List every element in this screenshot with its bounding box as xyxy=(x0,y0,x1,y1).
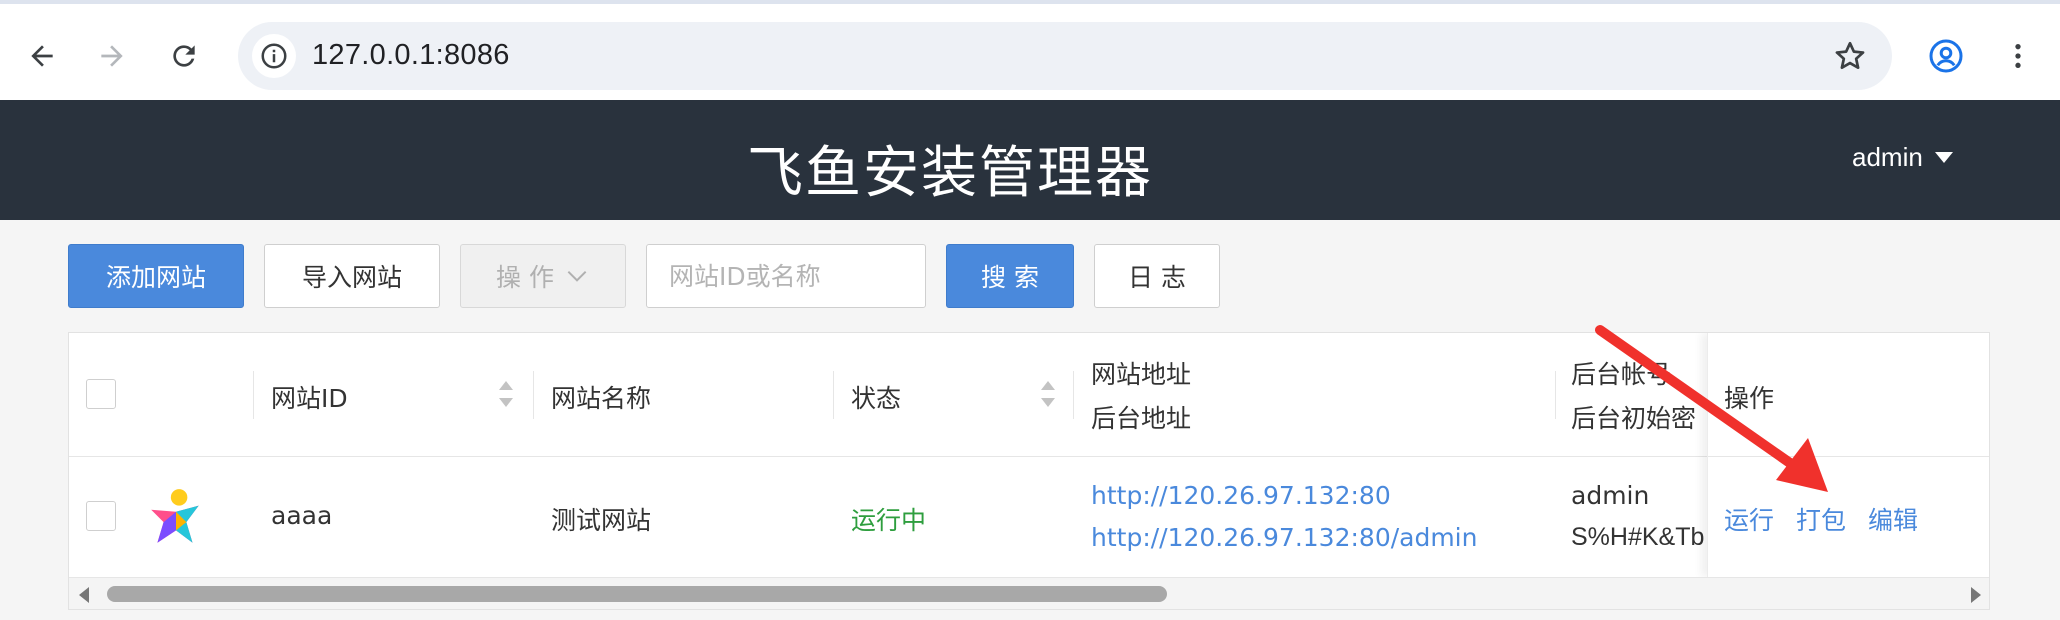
reload-button[interactable] xyxy=(156,28,212,84)
browser-menu-button[interactable] xyxy=(1990,28,2046,84)
pack-button[interactable]: 打包 xyxy=(1796,501,1846,537)
admin-url-link[interactable]: http://120.26.97.132:80/admin xyxy=(1091,523,1477,552)
log-button[interactable]: 日 志 xyxy=(1094,244,1220,308)
table-row: aaaa 测试网站 运行中 http://120.26.97.132:80 ht… xyxy=(69,457,1989,577)
cell-admin-password: S%H#K&Tb xyxy=(1571,523,1705,551)
site-logo-icon xyxy=(151,489,199,543)
browser-toolbar: 127.0.0.1:8086 xyxy=(0,0,2060,100)
edit-button[interactable]: 编辑 xyxy=(1868,501,1918,537)
app-title: 飞鱼安装管理器 xyxy=(747,141,1153,206)
column-divider xyxy=(253,371,254,419)
address-bar[interactable]: 127.0.0.1:8086 xyxy=(238,22,1892,90)
header-site-name: 网站名称 xyxy=(551,384,652,413)
column-divider xyxy=(833,371,834,419)
caret-down-icon xyxy=(1934,152,1953,163)
import-site-button[interactable]: 导入网站 xyxy=(264,244,440,308)
arrow-right-icon xyxy=(101,45,123,67)
account-circle-icon xyxy=(1929,39,1963,73)
toolbar: 添加网站 导入网站 操 作 搜 索 日 志 xyxy=(0,220,2060,330)
horizontal-scrollbar[interactable] xyxy=(69,577,1989,609)
column-divider xyxy=(1073,371,1074,419)
table-header: 网站ID 网站名称 状态 网站地址 后台地址 后台帐号 后台初始密 xyxy=(69,333,1989,457)
search-input[interactable] xyxy=(646,244,926,308)
header-status: 状态 xyxy=(851,384,902,413)
header-site-id: 网站ID xyxy=(271,384,348,413)
arrow-left-icon xyxy=(31,45,53,67)
site-info-button[interactable] xyxy=(252,34,296,78)
cell-admin-account: admin xyxy=(1571,481,1650,510)
chevron-down-icon xyxy=(567,270,587,282)
sites-table: 网站ID 网站名称 状态 网站地址 后台地址 后台帐号 后台初始密 aaaa 测… xyxy=(68,332,1990,610)
info-icon xyxy=(261,43,287,69)
scrollbar-thumb[interactable] xyxy=(107,586,1167,602)
sort-icon[interactable] xyxy=(499,381,513,407)
search-button[interactable]: 搜 索 xyxy=(946,244,1074,308)
cell-site-id: aaaa xyxy=(271,501,333,530)
header-site-url: 网站地址 xyxy=(1091,360,1192,389)
column-divider xyxy=(1555,371,1556,419)
run-button[interactable]: 运行 xyxy=(1724,501,1774,537)
sort-icon[interactable] xyxy=(1041,381,1055,407)
site-url-link[interactable]: http://120.26.97.132:80 xyxy=(1091,481,1391,510)
url-text[interactable]: 127.0.0.1:8086 xyxy=(312,39,510,72)
row-checkbox[interactable] xyxy=(86,501,116,531)
select-all-checkbox[interactable] xyxy=(86,379,116,409)
scroll-right-icon[interactable] xyxy=(1971,587,1981,603)
profile-button[interactable] xyxy=(1918,28,1974,84)
user-menu[interactable]: admin xyxy=(1852,142,1953,173)
status-badge: 运行中 xyxy=(851,506,927,535)
star-icon[interactable] xyxy=(1832,38,1868,74)
actions-label: 操 作 xyxy=(496,263,554,292)
column-divider xyxy=(533,371,534,419)
more-vert-icon xyxy=(2015,44,2021,68)
scroll-left-icon[interactable] xyxy=(79,587,89,603)
reload-icon xyxy=(173,45,195,67)
back-button[interactable] xyxy=(14,28,70,84)
header-admin-url: 后台地址 xyxy=(1091,404,1192,433)
add-site-button[interactable]: 添加网站 xyxy=(68,244,244,308)
header-admin-account: 后台帐号 xyxy=(1571,360,1672,389)
header-admin-password: 后台初始密 xyxy=(1571,404,1697,433)
forward-button[interactable] xyxy=(84,28,140,84)
user-name: admin xyxy=(1852,142,1923,172)
divider xyxy=(1708,456,1989,457)
header-operations: 操作 xyxy=(1724,384,1775,413)
app-header: 飞鱼安装管理器 admin xyxy=(0,100,2060,220)
operations-column: 操作 运行 打包 编辑 xyxy=(1707,333,1989,577)
actions-dropdown[interactable]: 操 作 xyxy=(460,244,626,308)
cell-site-name: 测试网站 xyxy=(551,506,652,535)
